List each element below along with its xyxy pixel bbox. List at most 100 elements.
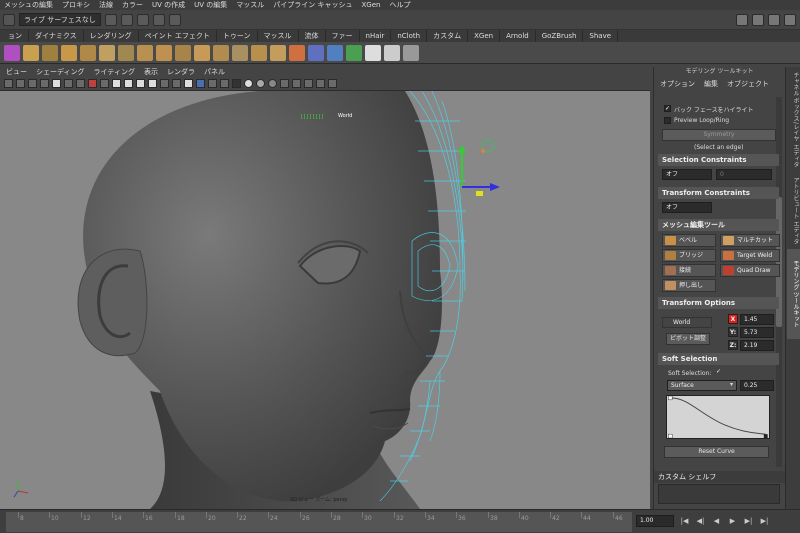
y-axis-label[interactable]: Y: — [728, 327, 738, 337]
transform-constraints-header[interactable]: Transform Constraints — [658, 187, 779, 199]
custom-shelf-header[interactable]: カスタム シェルフ — [654, 471, 785, 483]
wireframe-icon[interactable] — [136, 79, 145, 88]
falloff-curve-graph[interactable] — [666, 395, 770, 439]
multisample-aa-icon[interactable] — [256, 79, 265, 88]
side-tab[interactable]: アトリビュート エディタ — [787, 177, 800, 245]
uv-editor-icon[interactable] — [403, 44, 419, 61]
panel-menu-item[interactable]: シェーディング — [36, 67, 85, 77]
x-axis-label[interactable]: X — [728, 314, 738, 324]
field-chart-icon[interactable] — [100, 79, 109, 88]
symmetry-button[interactable]: Symmetry — [662, 129, 776, 141]
use-default-material-icon[interactable] — [184, 79, 193, 88]
smooth-icon[interactable] — [99, 44, 115, 61]
shelf-tab[interactable]: ペイント エフェクト — [139, 30, 217, 42]
film-gate-icon[interactable] — [64, 79, 73, 88]
playback-button[interactable]: ▶| — [744, 517, 753, 526]
z-axis-label[interactable]: Z: — [728, 340, 738, 350]
view-transform-icon[interactable] — [328, 79, 337, 88]
menu-item[interactable]: パイプライン キャッシュ — [273, 0, 352, 10]
playback-button[interactable]: ▶ — [728, 517, 737, 526]
menu-item[interactable]: カラー — [122, 0, 143, 10]
mesh-tools-header[interactable]: メッシュ編集ツール — [658, 219, 779, 231]
ipr-render-icon[interactable] — [136, 13, 149, 26]
toolkit-menu-item[interactable]: オブジェクト — [727, 79, 769, 89]
mesh-tool-button[interactable]: ブリッジ — [662, 249, 716, 262]
transform-options-header[interactable]: Transform Options — [658, 297, 779, 309]
boolean-icon[interactable] — [80, 44, 96, 61]
shelf-tab[interactable]: nCloth — [391, 30, 428, 42]
extrude-shelf-icon[interactable] — [194, 44, 210, 61]
gamma-icon[interactable] — [316, 79, 325, 88]
xray-joints-icon[interactable] — [292, 79, 301, 88]
motion-blur-icon[interactable] — [244, 79, 253, 88]
falloff-radius-field[interactable]: 0.25 — [740, 380, 774, 391]
toolkit-menu-item[interactable]: オプション — [660, 79, 695, 89]
attribute-editor-toggle-icon[interactable] — [752, 13, 764, 26]
panel-menu-item[interactable]: ライティング — [94, 67, 135, 77]
shelf-tab[interactable]: Shave — [583, 30, 619, 42]
head-model[interactable] — [0, 91, 650, 509]
safe-title-icon[interactable] — [124, 79, 133, 88]
menu-item[interactable]: ヘルプ — [389, 0, 410, 10]
playback-button[interactable]: ▶| — [760, 517, 769, 526]
depth-of-field-icon[interactable] — [268, 79, 277, 88]
hypershade-icon[interactable] — [168, 13, 181, 26]
render-settings-icon[interactable] — [152, 13, 165, 26]
shelf-tab[interactable]: GoZBrush — [536, 30, 584, 42]
preview-loop-checkbox[interactable] — [664, 117, 671, 124]
soft-selection-checkbox[interactable]: ✓ — [715, 369, 722, 376]
poke-icon[interactable] — [270, 44, 286, 61]
mesh-tool-button[interactable]: ベベル — [662, 234, 716, 247]
image-plane-icon[interactable] — [40, 79, 49, 88]
pivot-adjust-button[interactable]: ピボット調整 — [666, 333, 710, 345]
camera-attributes-icon[interactable] — [16, 79, 25, 88]
playback-button[interactable]: |◀ — [680, 517, 689, 526]
shelf-tab[interactable]: ファー — [326, 30, 360, 42]
custom-shelf-area[interactable] — [658, 484, 780, 504]
selection-constraint-value[interactable]: 0 — [716, 169, 772, 180]
fill-hole-icon[interactable] — [213, 44, 229, 61]
shelf-tab[interactable]: 流体 — [299, 30, 326, 42]
extract-icon[interactable] — [61, 44, 77, 61]
gate-mask-icon[interactable] — [88, 79, 97, 88]
xray-active-icon[interactable] — [304, 79, 313, 88]
mirror-icon[interactable] — [137, 44, 153, 61]
reset-curve-button[interactable]: Reset Curve — [664, 446, 769, 458]
shelf-tab[interactable]: ョン — [2, 30, 29, 42]
quadrangulate-icon[interactable] — [327, 44, 343, 61]
mesh-tool-button[interactable]: Quad Draw — [720, 264, 780, 277]
render-frame-icon[interactable] — [104, 13, 117, 26]
bridge-shelf-icon[interactable] — [175, 44, 191, 61]
x-value-field[interactable]: 1.45 — [740, 314, 774, 325]
shelf-tab[interactable]: マッスル — [258, 30, 299, 42]
transform-constraint-dropdown[interactable]: オフ — [662, 202, 712, 213]
soft-selection-header[interactable]: Soft Selection — [658, 353, 779, 365]
combine-icon[interactable] — [23, 44, 39, 61]
channel-box-toggle-icon[interactable] — [736, 13, 748, 26]
merge-icon[interactable] — [289, 44, 305, 61]
screen-space-ao-icon[interactable] — [232, 79, 241, 88]
selection-constraints-header[interactable]: Selection Constraints — [658, 154, 779, 166]
move-manipulator[interactable] — [458, 139, 500, 196]
all-lights-icon[interactable] — [208, 79, 217, 88]
checker-uv-icon[interactable] — [365, 44, 381, 61]
menu-item[interactable]: XGen — [362, 1, 381, 9]
resolution-gate-icon[interactable] — [76, 79, 85, 88]
layout-toggle-icon[interactable] — [784, 13, 796, 26]
sculpt-icon[interactable] — [346, 44, 362, 61]
side-tab[interactable]: チャネル ボックス/レイヤ エディタ — [787, 67, 800, 172]
shelf-tab[interactable]: トゥーン — [217, 30, 258, 42]
z-value-field[interactable]: 2.19 — [740, 340, 774, 351]
panel-menu-item[interactable]: 表示 — [144, 67, 158, 77]
y-value-field[interactable]: 5.73 — [740, 327, 774, 338]
xray-icon[interactable] — [172, 79, 181, 88]
mesh-tool-button[interactable]: 接続 — [662, 264, 716, 277]
backface-highlight-checkbox[interactable]: ✓ — [664, 105, 671, 112]
shadows-icon[interactable] — [220, 79, 229, 88]
poly-cube-icon[interactable] — [4, 44, 20, 61]
select-camera-icon[interactable] — [4, 79, 13, 88]
mesh-tool-button[interactable]: Target Weld — [720, 249, 780, 262]
shelf-tab[interactable]: カスタム — [427, 30, 469, 42]
panel-menu-item[interactable]: ビュー — [6, 67, 27, 77]
panel-menu-item[interactable]: パネル — [204, 67, 225, 77]
